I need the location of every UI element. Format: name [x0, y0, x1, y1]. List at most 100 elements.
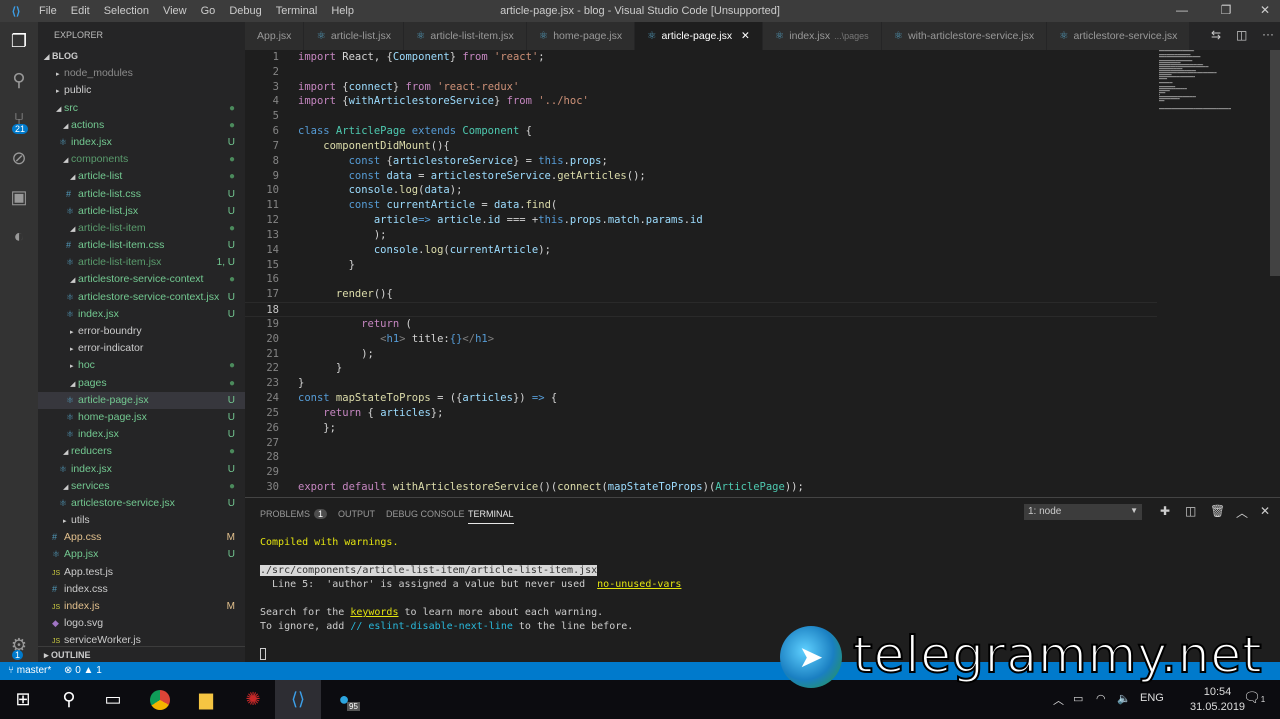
- app-icon[interactable]: ✺: [230, 680, 276, 719]
- folder-item[interactable]: ▸ node_modules: [38, 65, 245, 82]
- code-line[interactable]: 21 );: [245, 347, 1157, 362]
- debug-icon[interactable]: ⊘: [0, 139, 38, 178]
- editor-scrollbar[interactable]: [1270, 50, 1280, 276]
- file-item[interactable]: ⚛ home-page.jsx U: [38, 409, 245, 426]
- code-line[interactable]: 11 const currentArticle = data.find(: [245, 198, 1157, 213]
- file-item[interactable]: ⚛ index.jsx U: [38, 134, 245, 151]
- file-item[interactable]: JS index.js M: [38, 598, 245, 615]
- chrome-icon[interactable]: [137, 680, 183, 719]
- keywords-link[interactable]: keywords: [350, 607, 398, 618]
- folder-item[interactable]: ▸ public: [38, 82, 245, 99]
- file-item[interactable]: ⚛ article-page.jsx U: [38, 391, 245, 409]
- file-item[interactable]: # article-list.css U: [38, 186, 245, 203]
- maximize-panel-icon[interactable]: ︿: [1236, 504, 1248, 521]
- tab-App-jsx[interactable]: App.jsx: [245, 22, 305, 50]
- folder-item[interactable]: ▸ utils: [38, 512, 245, 529]
- code-line[interactable]: 22 }: [245, 361, 1157, 376]
- file-item[interactable]: ⚛ article-list-item.jsx 1, U: [38, 254, 245, 271]
- code-editor[interactable]: 1 import React, {Component} from 'react';…: [245, 50, 1280, 497]
- workspace-root[interactable]: ◢ BLOG: [38, 48, 245, 65]
- folder-item[interactable]: ◢ reducers ●: [38, 443, 245, 460]
- tab-article-list-jsx[interactable]: ⚛ article-list.jsx: [304, 22, 404, 50]
- folder-item[interactable]: ◢ src ●: [38, 100, 245, 117]
- menu-file[interactable]: File: [39, 5, 57, 17]
- tray-expand-icon[interactable]: ︿: [1053, 692, 1064, 708]
- tab-terminal[interactable]: TERMINAL: [468, 509, 514, 524]
- outline-section[interactable]: ▸ OUTLINE: [38, 646, 245, 662]
- menu-go[interactable]: Go: [201, 5, 216, 17]
- code-line[interactable]: 20 <h1> title:{}</h1>: [245, 332, 1157, 347]
- tab-article-page-jsx[interactable]: ⚛ article-page.jsx ✕: [635, 22, 763, 50]
- minimize-button[interactable]: —: [1167, 3, 1197, 17]
- task-view-icon[interactable]: ▭: [90, 680, 136, 719]
- windows-start-icon[interactable]: ⊞: [0, 680, 46, 719]
- code-line[interactable]: 25 return { articles};: [245, 406, 1157, 421]
- code-line[interactable]: 5: [245, 109, 1157, 124]
- code-line[interactable]: 24 const mapStateToProps = ({articles}) =…: [245, 391, 1157, 406]
- close-panel-icon[interactable]: ✕: [1260, 504, 1270, 518]
- tab-with-articlestore-service-jsx[interactable]: ⚛ with-articlestore-service.jsx: [881, 22, 1048, 50]
- settings-gear-icon[interactable]: ⚙ 1: [0, 626, 38, 665]
- file-item[interactable]: # article-list-item.css U: [38, 237, 245, 254]
- explorer-icon[interactable]: ❐: [0, 22, 38, 61]
- folder-item[interactable]: ▸ hoc ●: [38, 357, 245, 374]
- clock[interactable]: 10:54 31.05.2019: [1190, 685, 1245, 715]
- terminal-select[interactable]: 1: node ▼: [1024, 504, 1142, 520]
- tab-index-jsx[interactable]: ⚛ index.jsx ...\pages: [762, 22, 882, 50]
- rule-link[interactable]: no-unused-vars: [597, 579, 681, 590]
- menu-view[interactable]: View: [163, 5, 187, 17]
- code-line[interactable]: 30 export default withArticlestoreService…: [245, 480, 1157, 495]
- code-line[interactable]: 7 componentDidMount(){: [245, 139, 1157, 154]
- folder-item[interactable]: ▸ error-boundry: [38, 323, 245, 340]
- code-line[interactable]: 12 article=> article.id === +this.props.…: [245, 213, 1157, 228]
- code-line[interactable]: 1 import React, {Component} from 'react';: [245, 50, 1157, 65]
- menu-selection[interactable]: Selection: [104, 5, 149, 17]
- folder-item[interactable]: ◢ articlestore-service-context ●: [38, 271, 245, 288]
- maximize-button[interactable]: ❐: [1211, 3, 1241, 17]
- file-item[interactable]: # index.css: [38, 581, 245, 598]
- branch-status[interactable]: ⑂ master*: [8, 665, 51, 676]
- code-line[interactable]: 15 }: [245, 258, 1157, 273]
- problems-status[interactable]: ⊗ 0 ▲ 1: [64, 665, 102, 676]
- compare-icon[interactable]: ⇆: [1211, 28, 1221, 42]
- folder-item[interactable]: ◢ components ●: [38, 151, 245, 168]
- menu-terminal[interactable]: Terminal: [276, 5, 318, 17]
- close-tab-icon[interactable]: ✕: [738, 30, 750, 42]
- code-line[interactable]: 6 class ArticlePage extends Component {: [245, 124, 1157, 139]
- terminal-output[interactable]: Compiled with warnings. ./src/components…: [260, 536, 681, 665]
- code-line[interactable]: 18: [245, 302, 1157, 317]
- folder-item[interactable]: ◢ actions ●: [38, 117, 245, 134]
- file-item[interactable]: ◆ logo.svg: [38, 615, 245, 632]
- split-terminal-icon[interactable]: ◫: [1185, 504, 1196, 518]
- code-line[interactable]: 29: [245, 465, 1157, 480]
- code-line[interactable]: 3 import {connect} from 'react-redux': [245, 80, 1157, 95]
- minimap[interactable]: [1155, 50, 1265, 110]
- menu-help[interactable]: Help: [331, 5, 354, 17]
- git-icon[interactable]: ◐: [0, 217, 38, 256]
- code-line[interactable]: 9 const data = articlestoreService.getAr…: [245, 169, 1157, 184]
- search-icon[interactable]: ⚲: [0, 61, 38, 100]
- close-window-button[interactable]: ✕: [1250, 3, 1280, 17]
- battery-icon[interactable]: ▭: [1073, 692, 1083, 705]
- more-actions-icon[interactable]: ···: [1262, 27, 1274, 41]
- folder-item[interactable]: ◢ services ●: [38, 478, 245, 495]
- code-line[interactable]: 13 );: [245, 228, 1157, 243]
- search-icon[interactable]: ⚲: [46, 680, 92, 719]
- code-line[interactable]: 2: [245, 65, 1157, 80]
- volume-icon[interactable]: 🔈: [1117, 692, 1131, 705]
- new-terminal-icon[interactable]: ✚: [1160, 504, 1170, 518]
- file-item[interactable]: ⚛ index.jsx U: [38, 461, 245, 478]
- tab-home-page-jsx[interactable]: ⚛ home-page.jsx: [526, 22, 636, 50]
- folder-item[interactable]: ◢ pages ●: [38, 375, 245, 392]
- code-line[interactable]: 23}: [245, 376, 1157, 391]
- file-item[interactable]: # App.css M: [38, 529, 245, 546]
- folder-item[interactable]: ◢ article-list ●: [38, 168, 245, 185]
- file-item[interactable]: ⚛ App.jsx U: [38, 546, 245, 563]
- code-line[interactable]: 14 console.log(currentArticle);: [245, 243, 1157, 258]
- tab-articlestore-service-jsx[interactable]: ⚛ articlestore-service.jsx: [1047, 22, 1191, 50]
- file-item[interactable]: ⚛ articlestore-service-context.jsx U: [38, 289, 245, 306]
- file-item[interactable]: JS App.test.js: [38, 564, 245, 581]
- file-item[interactable]: ⚛ index.jsx U: [38, 306, 245, 323]
- tab-debug-console[interactable]: DEBUG CONSOLE: [386, 509, 465, 519]
- code-line[interactable]: 26 };: [245, 421, 1157, 436]
